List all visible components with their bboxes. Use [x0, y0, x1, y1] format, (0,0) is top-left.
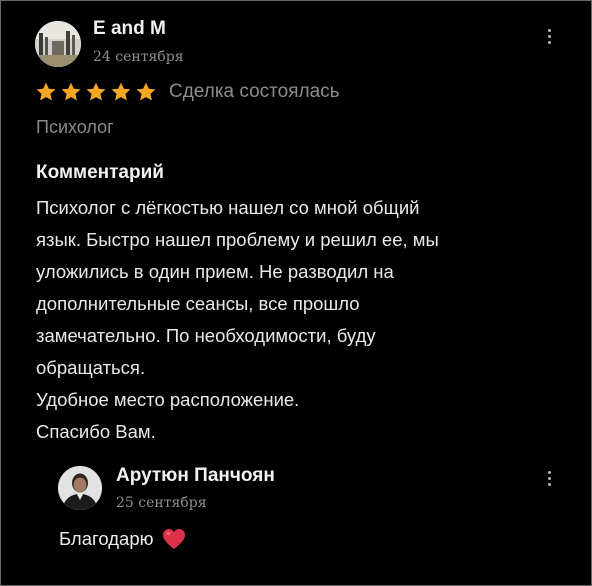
- comment-line: Психолог с лёгкостью нашел со мной общий: [36, 197, 420, 218]
- comment-line: обращаться.: [36, 357, 146, 378]
- reply-menu-icon[interactable]: [547, 471, 551, 486]
- reply-message: Благодарю: [59, 528, 186, 550]
- star-icon: [136, 82, 156, 101]
- reply-author-avatar[interactable]: [58, 466, 102, 510]
- deal-status: Сделка состоялась: [169, 81, 340, 102]
- reply-text: Благодарю: [59, 528, 154, 549]
- star-icon: [111, 82, 131, 101]
- star-icon: [61, 82, 81, 101]
- comment-line: Удобное место расположение.: [36, 389, 300, 410]
- review-date: 24 сентября: [93, 49, 184, 65]
- star-icon: [86, 82, 106, 101]
- service-category: Психолог: [36, 117, 114, 137]
- rating-row: Сделка состоялась: [35, 81, 340, 103]
- author-avatar[interactable]: [35, 21, 81, 67]
- comment-text: Психолог с лёгкостью нашел со мной общий…: [36, 192, 566, 448]
- review-menu-icon[interactable]: [547, 29, 551, 44]
- star-icon: [36, 82, 56, 101]
- review-card: E and M 24 сентября Сделка состоялась Пс…: [0, 0, 592, 586]
- rating-stars: [35, 81, 157, 103]
- comment-line: дополнительные сеансы, все прошло: [36, 293, 360, 314]
- author-name[interactable]: E and M: [93, 18, 166, 40]
- comment-line: уложились в один прием. Не разводил на: [36, 261, 394, 282]
- reply-author-name[interactable]: Арутюн Панчоян: [116, 465, 275, 487]
- reply-date: 25 сентября: [116, 495, 207, 511]
- comment-line: язык. Быстро нашел проблему и решил ее, …: [36, 229, 439, 250]
- comment-line: Спасибо Вам.: [36, 421, 156, 442]
- comment-line: замечательно. По необходимости, буду: [36, 325, 376, 346]
- heart-icon: [162, 529, 185, 549]
- comment-heading: Комментарий: [36, 162, 164, 183]
